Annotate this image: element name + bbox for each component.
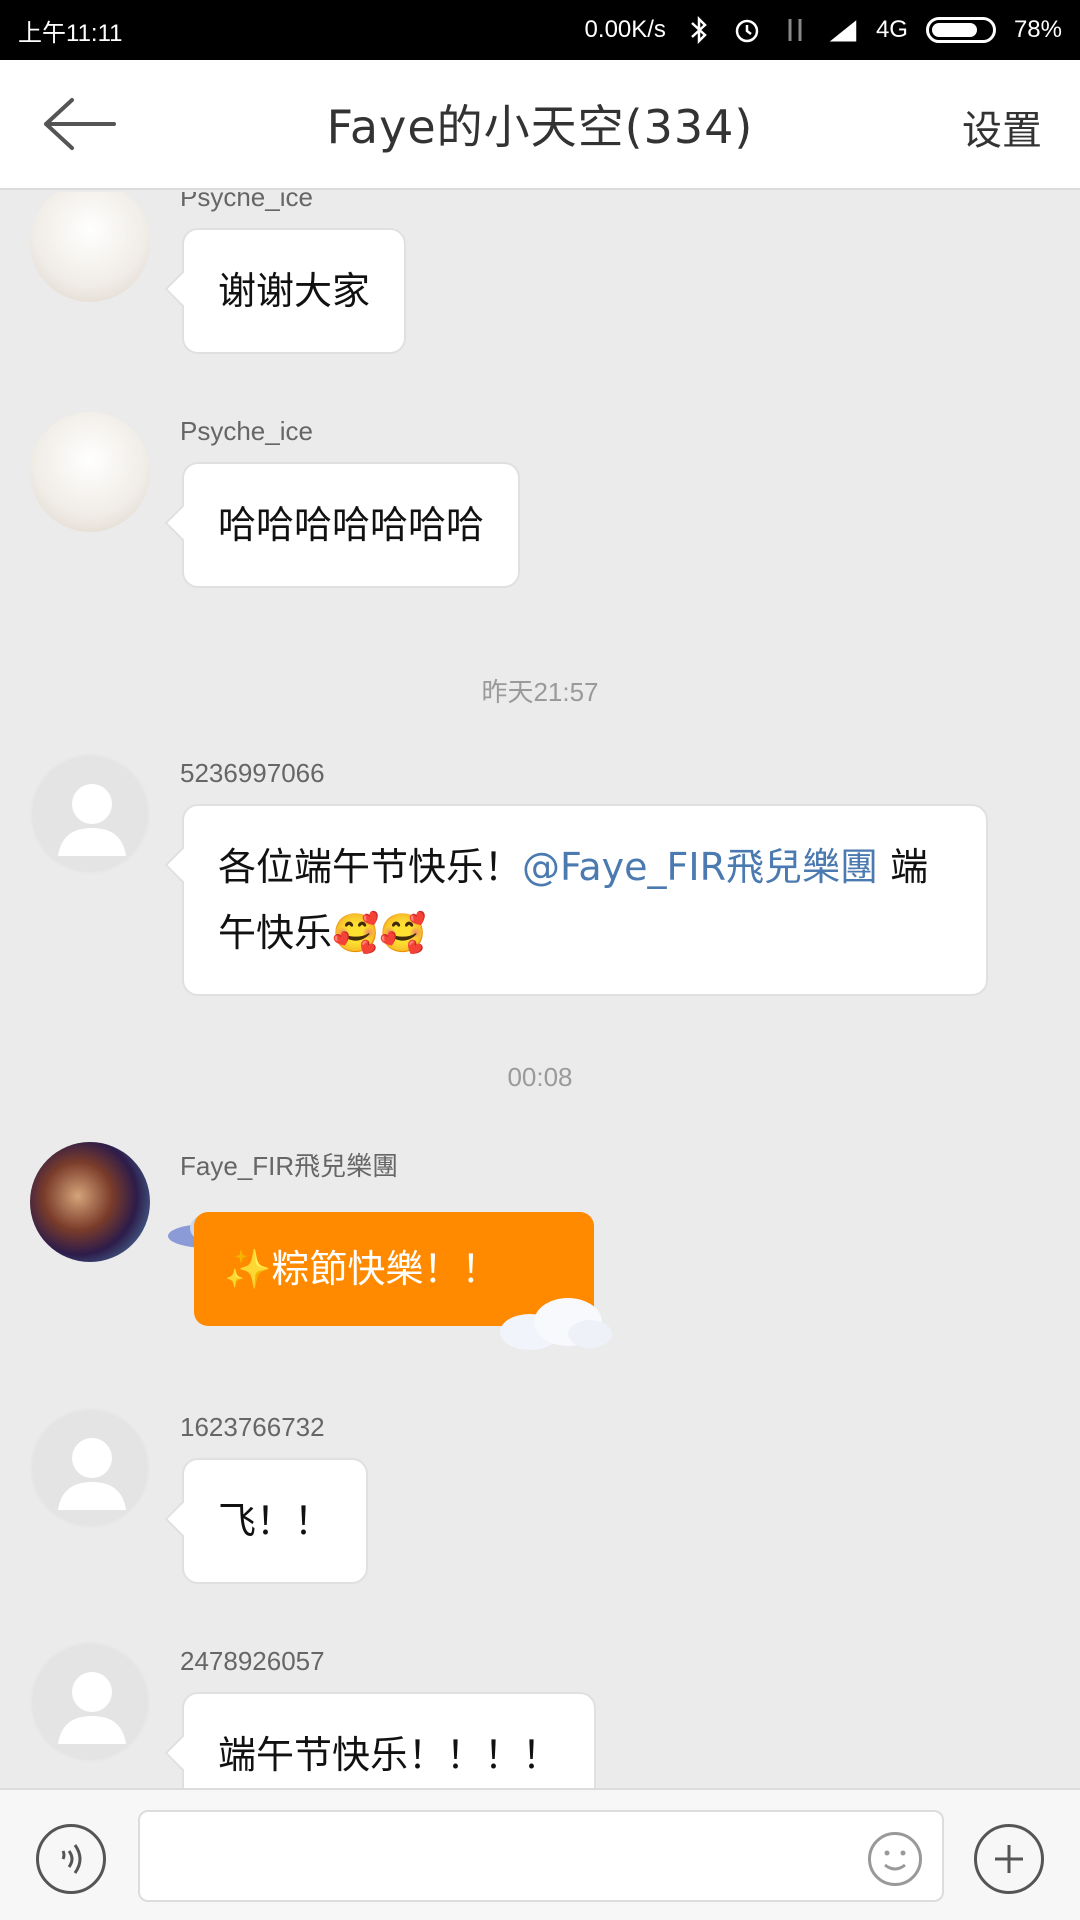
voice-icon — [61, 1844, 82, 1874]
message-bubble[interactable]: 各位端午节快乐！@Faye_FIR飛兒樂團 端午快乐🥰🥰 — [182, 804, 988, 996]
sender-name: Psyche_ice — [180, 192, 313, 212]
bluetooth-icon — [684, 15, 714, 45]
data-transfer-icon — [780, 15, 810, 45]
default-avatar-icon — [58, 1438, 126, 1510]
signal-icon — [828, 15, 858, 45]
sender-name: 2478926057 — [180, 1646, 325, 1676]
timestamp: 昨天21:57 — [481, 677, 599, 707]
sender-name: 1623766732 — [180, 1412, 325, 1442]
settings-button[interactable]: 设置 — [962, 98, 1042, 156]
avatar[interactable] — [30, 412, 150, 532]
status-bar: 上午11:11 0.00K/s 4G 78% — [0, 0, 1080, 60]
timestamp: 00:08 — [507, 1062, 573, 1092]
arrow-left-icon — [44, 98, 116, 150]
chat-list[interactable]: Psyche_ice 谢谢大家 Psyche_ice 哈哈哈哈哈哈哈 昨天21:… — [0, 192, 1080, 1788]
plus-button[interactable] — [974, 1824, 1044, 1894]
status-time: 上午11:11 — [18, 19, 123, 47]
message-bubble[interactable]: 端午节快乐！！！！ — [182, 1692, 597, 1788]
message-bubble[interactable]: 飞！！ — [182, 1458, 369, 1584]
message-input[interactable] — [138, 1810, 944, 1902]
avatar[interactable] — [30, 754, 150, 874]
title-bar: Faye的小天空(334) 设置 — [0, 60, 1080, 190]
plus-icon — [995, 1845, 1023, 1873]
sender-name: Faye_FIR飛兒樂團 — [180, 1151, 399, 1181]
message-bubble[interactable]: 谢谢大家 — [182, 228, 407, 354]
battery-icon — [925, 17, 996, 43]
avatar[interactable] — [30, 1408, 150, 1528]
network-speed: 0.00K/s — [584, 16, 666, 43]
alarm-icon — [732, 15, 762, 45]
default-avatar-icon — [58, 784, 126, 856]
network-type: 4G — [875, 16, 908, 43]
message-bubble[interactable]: 哈哈哈哈哈哈哈 — [182, 462, 521, 588]
back-button[interactable] — [40, 94, 120, 154]
voice-button[interactable] — [36, 1824, 106, 1894]
sender-name: Psyche_ice — [180, 416, 313, 446]
cloud-icon — [500, 1298, 612, 1350]
avatar[interactable] — [30, 1142, 150, 1262]
mention-link[interactable]: @Faye_FIR飛兒樂團 — [522, 845, 878, 889]
emoji-icon — [884, 1850, 906, 1871]
battery-percent: 78% — [1013, 16, 1062, 43]
avatar[interactable] — [30, 1642, 150, 1762]
message-text: 各位端午节快乐！ — [218, 845, 523, 889]
default-avatar-icon — [58, 1672, 126, 1744]
chat-title: Faye的小天空(334) — [326, 100, 754, 154]
emoji-button[interactable] — [868, 1832, 922, 1886]
input-bar — [0, 1788, 1080, 1920]
sender-name: 5236997066 — [180, 758, 325, 788]
avatar[interactable] — [30, 192, 150, 302]
